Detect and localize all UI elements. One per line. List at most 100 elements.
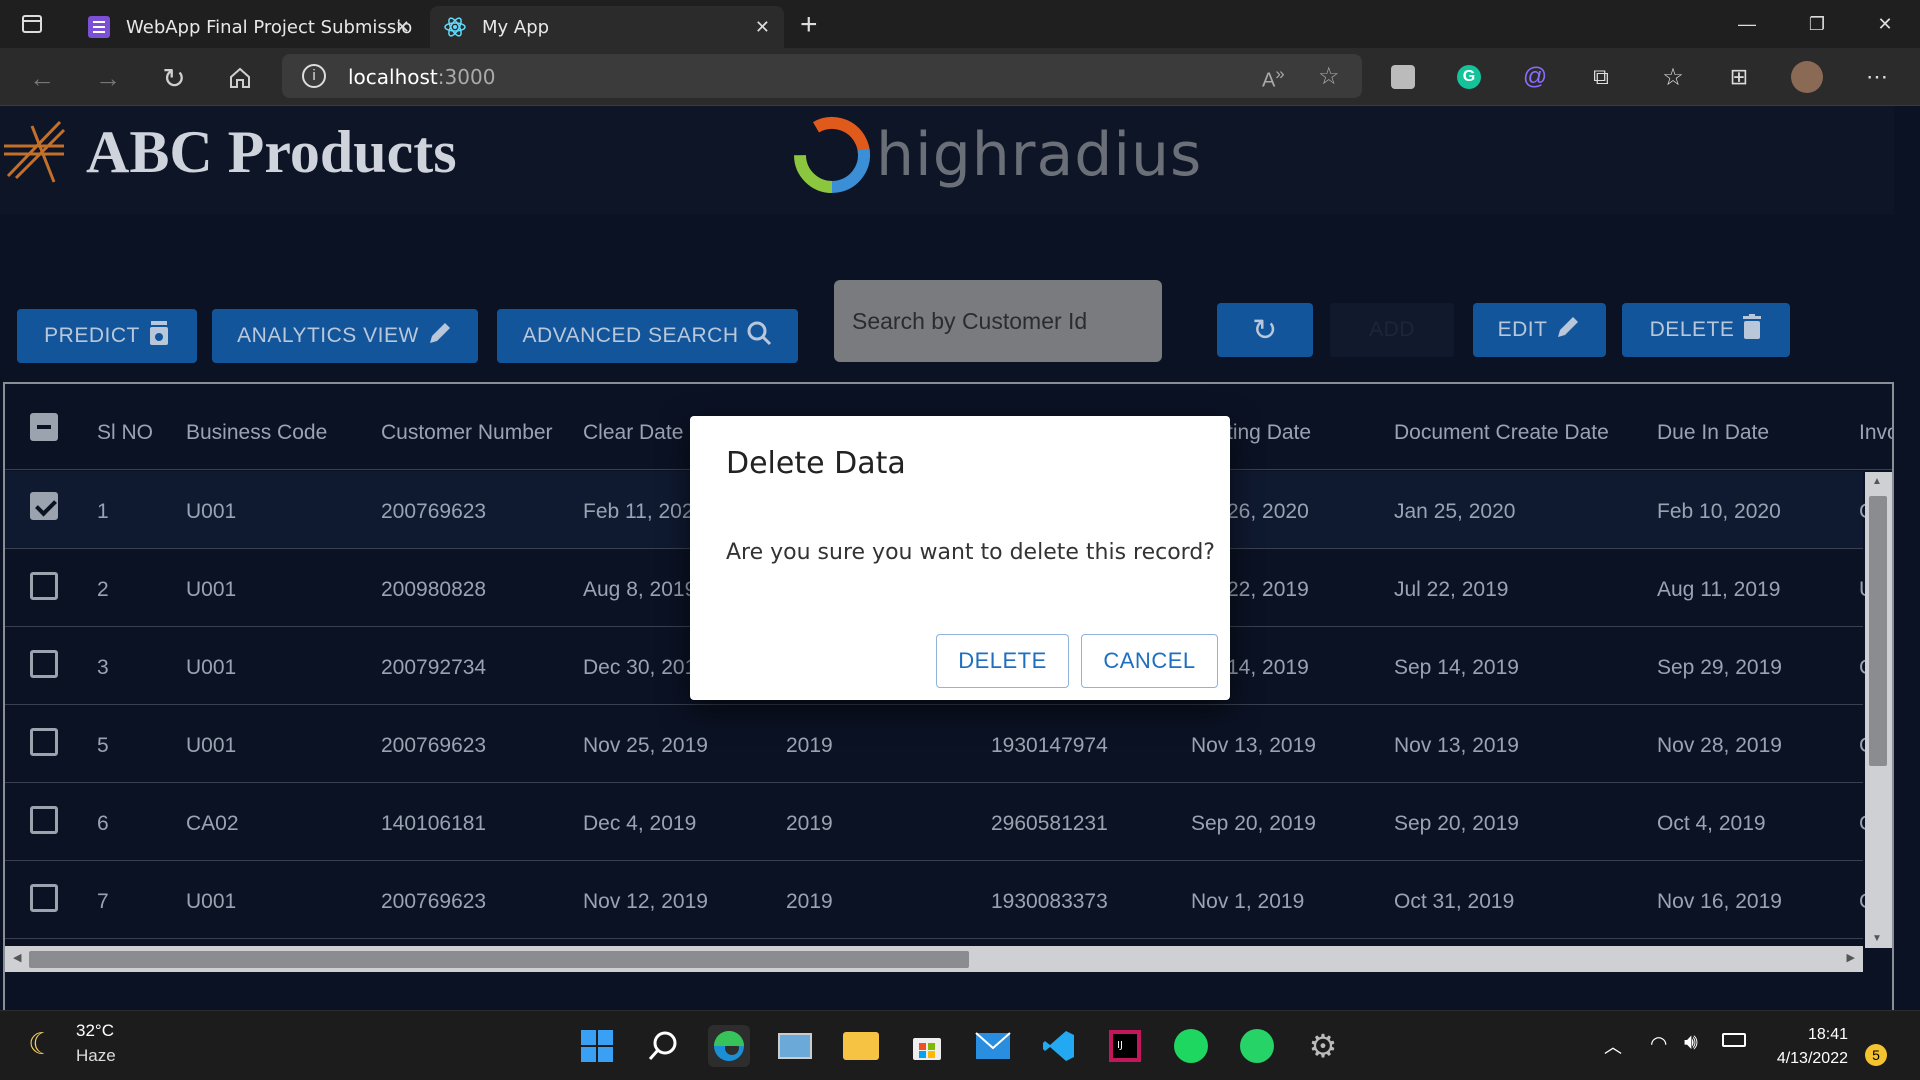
row-checkbox[interactable] (30, 728, 58, 756)
new-tab-icon[interactable]: + (800, 8, 818, 42)
tab-my-app[interactable]: My App ✕ (430, 6, 784, 48)
advanced-search-label: ADVANCED SEARCH (522, 324, 739, 347)
system-clock[interactable]: 18:41 4/13/2022 (1777, 1023, 1848, 1071)
minimize-icon[interactable]: — (1712, 0, 1782, 48)
refresh-icon[interactable]: ↻ (156, 60, 192, 96)
cell-due-date: Feb 10, 2020 (1657, 500, 1781, 523)
extension-icon[interactable] (1386, 60, 1420, 94)
col-document-create-date[interactable]: Document Create Date (1394, 421, 1609, 445)
search-taskbar-icon[interactable] (642, 1025, 684, 1067)
row-checkbox[interactable] (30, 650, 58, 678)
cell-sl: 3 (97, 656, 109, 679)
spotify-icon[interactable] (1170, 1025, 1212, 1067)
address-bar-row: ← → ↻ i localhost:3000 A» ☆ G @ ⧉ ☆ ⊞ ⋯ (0, 48, 1920, 106)
close-tab-icon[interactable]: ✕ (395, 17, 410, 38)
vertical-scroll-thumb[interactable] (1869, 496, 1887, 766)
settings-gear-icon[interactable]: ⚙ (1302, 1025, 1344, 1067)
tab-webapp-submission[interactable]: WebApp Final Project Submissio ✕ (74, 6, 424, 48)
whatsapp-icon[interactable] (1236, 1025, 1278, 1067)
more-menu-icon[interactable]: ⋯ (1860, 60, 1894, 94)
vertical-scrollbar[interactable]: ▲ ▼ (1865, 472, 1892, 948)
vscode-icon[interactable] (1038, 1025, 1080, 1067)
show-hidden-icons-icon[interactable]: ︿ (1604, 1033, 1622, 1059)
abc-logo-icon (4, 116, 68, 191)
start-icon[interactable] (576, 1025, 618, 1067)
app-header: ABC Products highradius (0, 106, 1894, 214)
col-sl-no[interactable]: Sl NO (97, 421, 153, 445)
customer-search-box[interactable] (834, 280, 1162, 362)
favorite-add-icon[interactable]: ☆ (1318, 62, 1340, 91)
site-info-icon[interactable]: i (302, 64, 326, 88)
wifi-icon[interactable]: ◠ (1650, 1031, 1667, 1056)
col-business-code[interactable]: Business Code (186, 421, 327, 445)
table-row[interactable]: 5 U001 200769623 Nov 25, 2019 2019 19301… (5, 705, 1874, 783)
col-invoice[interactable]: Invo (1859, 421, 1892, 445)
horizontal-scrollbar[interactable]: ◀ ▶ (5, 946, 1863, 972)
trash-icon (1742, 314, 1762, 346)
photos-icon[interactable] (774, 1025, 816, 1067)
close-tab-icon[interactable]: ✕ (755, 17, 770, 38)
horizontal-scroll-thumb[interactable] (29, 951, 969, 968)
col-posting-date[interactable]: ting Date (1227, 421, 1311, 445)
cell-posting-date: 26, 2020 (1227, 500, 1309, 523)
extensions-puzzle-icon[interactable]: ⧉ (1584, 60, 1618, 94)
url-field[interactable]: i localhost:3000 A» ☆ (282, 54, 1362, 98)
row-checkbox[interactable] (30, 884, 58, 912)
cell-business-code: U001 (186, 578, 237, 601)
weather-temperature[interactable]: 32°C (76, 1021, 114, 1041)
predict-button[interactable]: PREDICT (17, 309, 197, 363)
volume-icon[interactable]: 🔊︎ (1684, 1029, 1698, 1055)
profile-avatar[interactable] (1790, 60, 1824, 94)
mail-icon[interactable] (972, 1025, 1014, 1067)
close-window-icon[interactable]: ✕ (1850, 0, 1920, 48)
cancel-button[interactable]: CANCEL (1081, 634, 1218, 688)
delete-label: DELETE (1649, 318, 1735, 341)
at-extension-icon[interactable]: @ (1518, 60, 1552, 94)
edit-button[interactable]: EDIT (1473, 303, 1606, 357)
refresh-button[interactable]: ↻ (1217, 303, 1313, 357)
table-row[interactable]: 6 CA02 140106181 Dec 4, 2019 2019 296058… (5, 783, 1874, 861)
restore-icon[interactable]: ❐ (1782, 0, 1852, 48)
analytics-view-button[interactable]: ANALYTICS VIEW (212, 309, 478, 363)
add-label: ADD (1369, 318, 1415, 341)
favorites-icon[interactable]: ☆ (1656, 60, 1690, 94)
row-checkbox[interactable] (30, 492, 58, 520)
cell-sl: 6 (97, 812, 109, 835)
col-due-in-date[interactable]: Due In Date (1657, 421, 1769, 445)
back-icon[interactable]: ← (24, 60, 60, 96)
scroll-left-icon[interactable]: ◀ (13, 951, 21, 964)
refresh-data-icon: ↻ (1252, 313, 1278, 347)
edge-icon[interactable] (708, 1025, 750, 1067)
file-explorer-icon[interactable] (840, 1025, 882, 1067)
row-checkbox[interactable] (30, 572, 58, 600)
scroll-up-icon[interactable]: ▲ (1872, 476, 1882, 487)
delete-button[interactable]: DELETE (1622, 303, 1790, 357)
read-aloud-icon[interactable]: A» (1262, 64, 1285, 93)
col-clear-date[interactable]: Clear Date (583, 421, 683, 445)
collections-icon[interactable]: ⊞ (1722, 60, 1756, 94)
table-row[interactable]: 7 U001 200769623 Nov 12, 2019 2019 19300… (5, 861, 1874, 939)
grammarly-icon[interactable]: G (1452, 60, 1486, 94)
url-text: localhost:3000 (348, 65, 496, 89)
select-all-checkbox[interactable] (30, 413, 58, 441)
cell-customer-number: 200980828 (381, 578, 487, 601)
confirm-delete-button[interactable]: DELETE (936, 634, 1069, 688)
weather-description[interactable]: Haze (76, 1046, 116, 1066)
advanced-search-button[interactable]: ADVANCED SEARCH (497, 309, 798, 363)
scroll-down-icon[interactable]: ▼ (1872, 933, 1882, 944)
forward-icon[interactable]: → (90, 60, 126, 96)
tab-actions-icon[interactable] (20, 12, 44, 36)
battery-icon[interactable] (1722, 1033, 1746, 1047)
intellij-icon[interactable]: IJ (1104, 1025, 1146, 1067)
home-icon[interactable] (222, 60, 258, 96)
row-checkbox[interactable] (30, 806, 58, 834)
microsoft-store-icon[interactable] (906, 1025, 948, 1067)
customer-search-input[interactable] (834, 280, 1162, 362)
cell-clear-date: Nov 25, 2019 (583, 734, 708, 757)
col-customer-number[interactable]: Customer Number (381, 421, 553, 445)
notification-badge[interactable]: 5 (1865, 1044, 1887, 1066)
cell-doc-id: 1930147974 (991, 734, 1108, 757)
highradius-logo-icon (794, 117, 870, 193)
analytics-label: ANALYTICS VIEW (237, 324, 419, 347)
scroll-right-icon[interactable]: ▶ (1847, 951, 1855, 964)
